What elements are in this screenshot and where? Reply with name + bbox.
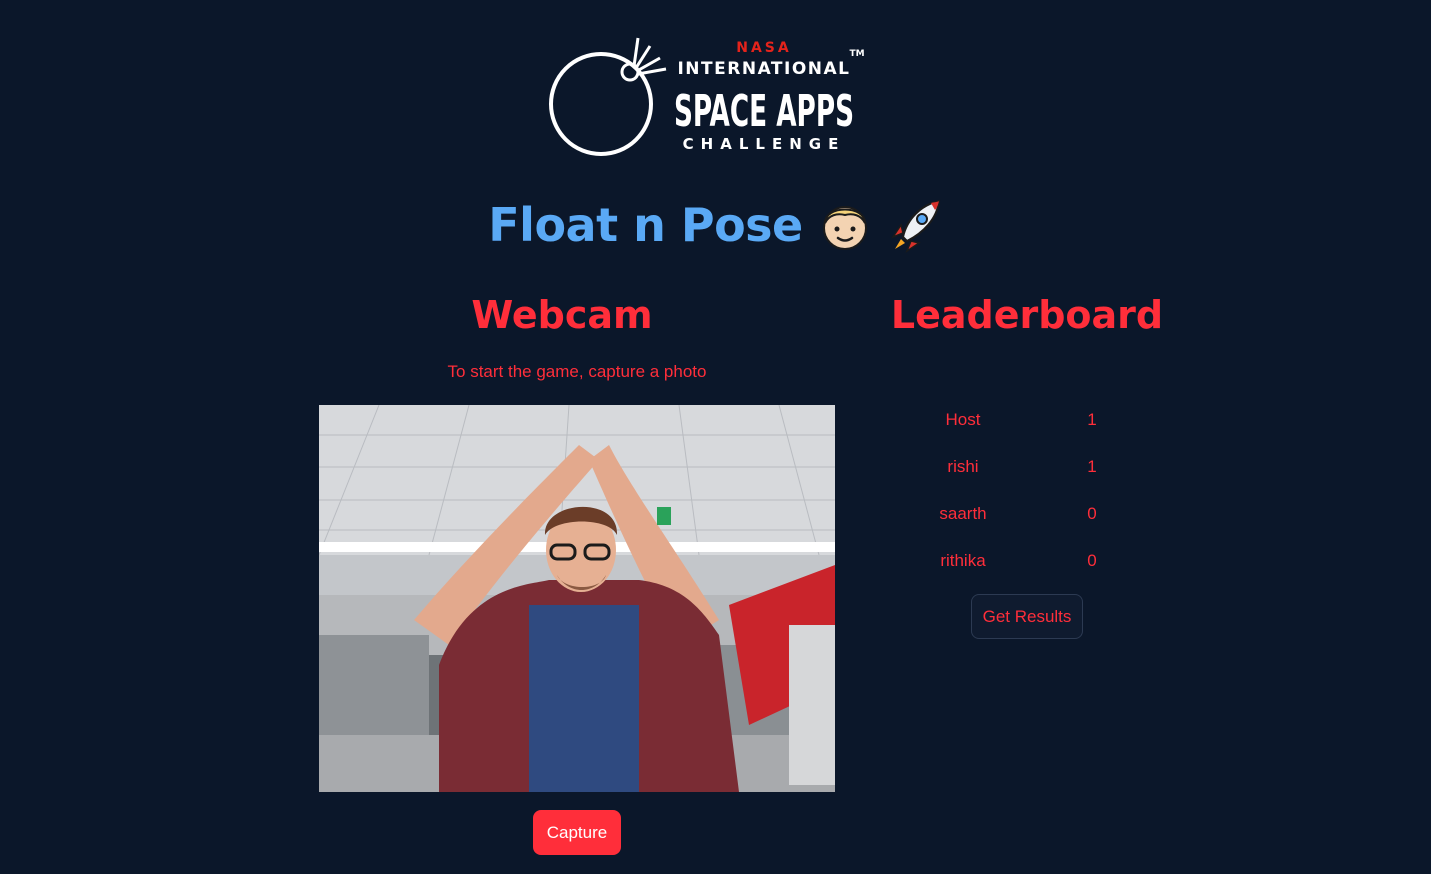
get-results-button[interactable]: Get Results <box>971 594 1083 639</box>
player-name: Host <box>945 409 981 429</box>
capture-button[interactable]: Capture <box>533 810 621 855</box>
webcam-heading: Webcam <box>471 293 653 337</box>
leaderboard-row: rithika 0 <box>898 537 1158 584</box>
person-icon <box>817 197 873 253</box>
player-score: 0 <box>1087 503 1097 523</box>
player-score: 1 <box>1087 456 1097 476</box>
space-apps-logo: NASA TM INTERNATIONAL SPACE APPS CHALLEN… <box>546 36 870 158</box>
app-page: NASA TM INTERNATIONAL SPACE APPS CHALLEN… <box>0 0 1431 874</box>
player-name: rishi <box>947 456 979 476</box>
player-name: saarth <box>939 503 987 523</box>
capture-hint-text: To start the game, capture a photo <box>447 362 707 381</box>
space-apps-logo-image: NASA TM INTERNATIONAL SPACE APPS CHALLEN… <box>549 37 865 156</box>
app-title: Float n Pose <box>0 193 1431 257</box>
player-score: 1 <box>1087 409 1097 429</box>
logo-line1-text: INTERNATIONAL <box>677 59 850 79</box>
rocket-icon <box>887 197 943 253</box>
logo-trademark-text: TM <box>849 49 864 59</box>
app-title-text: Float n Pose <box>488 198 803 252</box>
webcam-photo <box>319 405 835 792</box>
leaderboard-heading: Leaderboard <box>890 293 1164 337</box>
logo-nasa-text: NASA <box>736 40 791 56</box>
player-score: 0 <box>1087 550 1097 570</box>
leaderboard-row: rishi 1 <box>898 443 1158 490</box>
leaderboard-row: saarth 0 <box>898 490 1158 537</box>
player-name: rithika <box>940 550 986 570</box>
logo-line2-text: SPACE APPS <box>674 86 854 137</box>
webcam-feed <box>319 405 835 792</box>
logo-line3-text: CHALLENGE <box>683 135 846 153</box>
leaderboard-row: Host 1 <box>898 396 1158 443</box>
leaderboard-table: Host 1 rishi 1 saarth 0 rithika 0 <box>898 396 1158 584</box>
